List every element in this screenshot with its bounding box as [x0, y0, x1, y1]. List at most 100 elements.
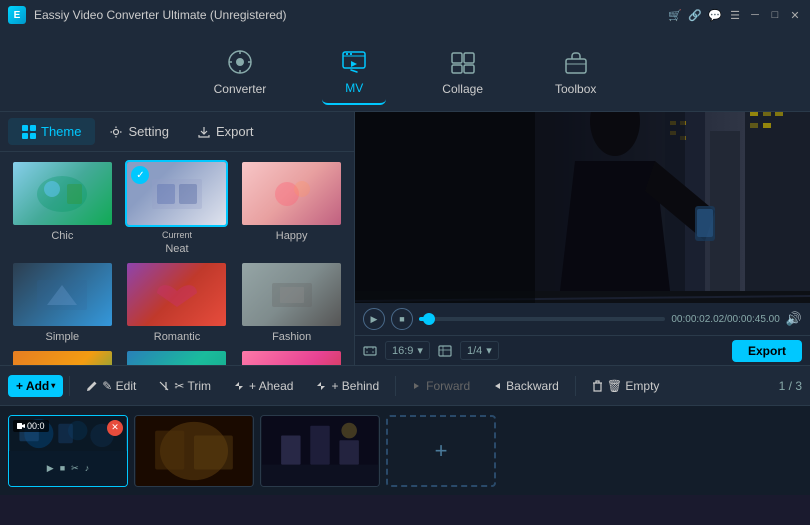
- title-bar: E Eassiy Video Converter Ultimate (Unreg…: [0, 0, 810, 30]
- stop-button[interactable]: ■: [391, 308, 413, 330]
- theme-wedding[interactable]: Wedding: [237, 349, 346, 365]
- tab-theme[interactable]: Theme: [8, 118, 95, 145]
- forward-label: Forward: [426, 379, 470, 393]
- nav-converter[interactable]: Converter: [198, 38, 283, 104]
- timeline-clip-1[interactable]: ▶ ■ ✂ ♪ 00:0 ✕: [8, 415, 128, 487]
- menu-icon[interactable]: ☰: [728, 8, 742, 22]
- toolbar-separator-2: [395, 376, 396, 396]
- tab-export[interactable]: Export: [183, 118, 268, 145]
- maximize-button[interactable]: □: [768, 8, 782, 22]
- empty-button[interactable]: 🗑 Empty: [582, 375, 670, 397]
- toolbox-icon: [560, 46, 592, 78]
- toolbar-separator-1: [69, 376, 70, 396]
- timeline: ▶ ■ ✂ ♪ 00:0 ✕: [0, 405, 810, 495]
- theme-happy[interactable]: Happy: [237, 160, 346, 255]
- theme-fashion[interactable]: Fashion: [237, 261, 346, 343]
- app-icon: E: [8, 6, 26, 24]
- trim-icon: [158, 380, 170, 392]
- backward-button[interactable]: Backward: [482, 375, 569, 397]
- main-content: Theme Setting Export: [0, 112, 810, 365]
- theme-happy-label: Happy: [276, 230, 308, 242]
- video-preview: [355, 112, 810, 303]
- progress-bar[interactable]: [419, 317, 665, 321]
- clip1-time: 00:0: [27, 421, 45, 431]
- clip1-video-icon: [17, 422, 25, 430]
- aspect-icon: [363, 344, 377, 358]
- left-panel: Theme Setting Export: [0, 112, 355, 365]
- add-clip-button[interactable]: +: [386, 415, 496, 487]
- quality-select[interactable]: 1/4 ▾: [460, 341, 499, 360]
- clip1-cut-icon[interactable]: ✂: [71, 463, 79, 474]
- theme-fashion-label: Fashion: [272, 331, 311, 343]
- nav-converter-label: Converter: [214, 82, 267, 96]
- clip1-badge: 00:0: [13, 420, 49, 432]
- trim-label: ✂ Trim: [174, 379, 211, 393]
- top-navigation: Converter MV Collage: [0, 30, 810, 112]
- minimize-button[interactable]: ─: [748, 8, 762, 22]
- clip1-stop-icon[interactable]: ■: [60, 463, 65, 473]
- export-button[interactable]: Export: [732, 340, 802, 362]
- aspect-ratio-select[interactable]: 16:9 ▾: [385, 341, 430, 360]
- timeline-clip-2[interactable]: [134, 415, 254, 487]
- tab-setting[interactable]: Setting: [95, 118, 182, 145]
- close-button[interactable]: ✕: [788, 8, 802, 22]
- forward-icon: [412, 381, 422, 391]
- theme-romantic-label: Romantic: [154, 331, 200, 343]
- backward-icon: [492, 381, 502, 391]
- right-panel: ▶ ■ 00:00:02.02/00:00:45.00 🔊 16:9 ▾: [355, 112, 810, 365]
- clip3-thumbnail: [261, 416, 379, 486]
- theme-chic[interactable]: Chic: [8, 160, 117, 255]
- mv-icon: [338, 45, 370, 77]
- tab-theme-label: Theme: [41, 124, 81, 139]
- theme-neat[interactable]: ✓ Current Neat: [123, 160, 232, 255]
- behind-button[interactable]: + Behind: [305, 375, 389, 397]
- clip1-close-button[interactable]: ✕: [107, 420, 123, 436]
- theme-chic-label: Chic: [51, 230, 73, 242]
- theme-simple[interactable]: Simple: [8, 261, 117, 343]
- forward-button[interactable]: Forward: [402, 375, 480, 397]
- empty-icon: [592, 380, 603, 392]
- clip1-play-icon[interactable]: ▶: [47, 463, 54, 474]
- simple-thumbnail: [32, 275, 92, 315]
- ahead-label: + Ahead: [249, 379, 293, 393]
- page-count: 1 / 3: [779, 379, 802, 393]
- link-icon[interactable]: 🔗: [688, 8, 702, 22]
- cart-icon[interactable]: 🛒: [668, 8, 682, 22]
- timeline-clip-3[interactable]: [260, 415, 380, 487]
- theme-neat-current-label: Current: [162, 230, 192, 240]
- chat-icon[interactable]: 💬: [708, 8, 722, 22]
- collage-icon: [447, 46, 479, 78]
- video-meta-bar: 16:9 ▾ 1/4 ▾ Export: [355, 335, 810, 365]
- add-dropdown-caret: ▾: [51, 381, 55, 390]
- theme-romantic[interactable]: Romantic: [123, 261, 232, 343]
- nav-collage[interactable]: Collage: [426, 38, 499, 104]
- theme-travel[interactable]: Travel: [8, 349, 117, 365]
- quality-icon: [438, 344, 452, 358]
- quality-chevron: ▾: [486, 344, 492, 357]
- window-controls: 🛒 🔗 💬 ☰ ─ □ ✕: [668, 8, 802, 22]
- romantic-thumbnail: [147, 275, 207, 315]
- nav-toolbox[interactable]: Toolbox: [539, 38, 612, 104]
- behind-label: + Behind: [331, 379, 379, 393]
- trim-button[interactable]: ✂ Trim: [148, 375, 221, 397]
- setting-icon: [109, 125, 123, 139]
- theme-business[interactable]: Business: [123, 349, 232, 365]
- tab-export-label: Export: [216, 124, 254, 139]
- nav-mv[interactable]: MV: [322, 37, 386, 105]
- add-button[interactable]: + Add ▾: [8, 375, 63, 397]
- tab-setting-label: Setting: [128, 124, 168, 139]
- toolbar-separator-3: [575, 376, 576, 396]
- happy-thumbnail: [262, 174, 322, 214]
- converter-icon: [224, 46, 256, 78]
- play-button[interactable]: ▶: [363, 308, 385, 330]
- progress-thumb: [423, 313, 435, 325]
- clip1-audio-icon[interactable]: ♪: [85, 463, 90, 473]
- theme-simple-label: Simple: [46, 331, 80, 343]
- behind-icon: [315, 380, 327, 392]
- sub-tabs: Theme Setting Export: [0, 112, 354, 152]
- add-label: + Add: [16, 379, 49, 393]
- ahead-button[interactable]: + Ahead: [223, 375, 303, 397]
- edit-icon: [86, 380, 98, 392]
- volume-icon[interactable]: 🔊: [786, 311, 802, 327]
- edit-button[interactable]: ✎ Edit: [76, 375, 146, 397]
